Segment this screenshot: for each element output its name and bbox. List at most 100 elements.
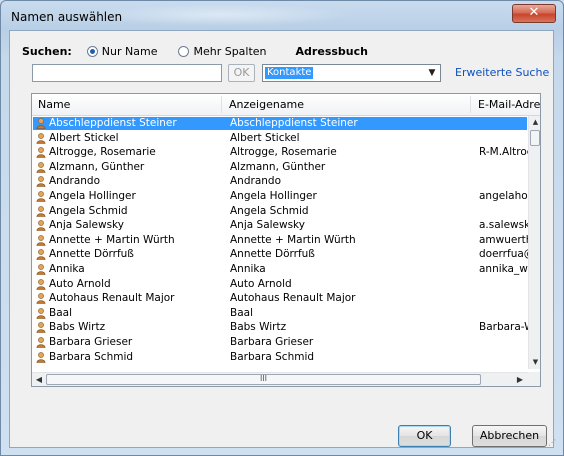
person-icon bbox=[36, 293, 46, 304]
list-item[interactable]: Abschleppdienst Steiner Abschleppdienst S… bbox=[33, 117, 527, 130]
person-icon bbox=[36, 176, 46, 188]
cell-email: amwuerth@ bbox=[479, 233, 528, 246]
search-label: Suchen: bbox=[22, 45, 72, 58]
cancel-button[interactable]: Abbrechen bbox=[472, 425, 547, 447]
radio-more-columns-label: Mehr Spalten bbox=[193, 45, 267, 58]
cell-display-name: Babs Wirtz bbox=[230, 321, 287, 334]
person-icon bbox=[36, 249, 46, 261]
cell-display-name: Annika bbox=[230, 263, 266, 275]
title-bar[interactable]: Namen auswählen ✕ bbox=[1, 1, 563, 31]
list-item[interactable]: Anja Salewsky Anja Salewsky a.salewsky( bbox=[33, 219, 528, 232]
person-icon bbox=[36, 322, 46, 334]
cell-name: Auto Arnold bbox=[49, 277, 111, 290]
cell-name: Alzmann, Günther bbox=[49, 160, 145, 173]
cell-display-name: Andrando bbox=[230, 175, 281, 188]
cell-name: Abschleppdienst Steiner bbox=[49, 117, 177, 129]
radio-name-only[interactable]: Nur Name bbox=[86, 45, 157, 58]
chevron-down-icon[interactable]: ▼ bbox=[426, 68, 438, 78]
addressbook-dropdown[interactable]: Kontakte ▼ bbox=[262, 64, 441, 82]
cell-name: Barbara Grieser bbox=[49, 336, 133, 348]
cell-email: Barbara-Wi bbox=[479, 321, 528, 334]
cell-name: Annika bbox=[49, 263, 85, 275]
list-item[interactable]: Angela Hollinger Angela Hollinger angelaho… bbox=[33, 190, 528, 203]
person-icon bbox=[36, 147, 46, 158]
cell-name: Anja Salewsky bbox=[49, 219, 124, 232]
list-item[interactable]: Barbara Schmid Barbara Schmid bbox=[33, 351, 527, 364]
scroll-down-icon[interactable]: ▼ bbox=[529, 357, 540, 368]
search-go-button[interactable]: OK bbox=[228, 64, 255, 82]
column-header-name[interactable]: Name bbox=[38, 98, 70, 111]
list-item[interactable]: Barbara Grieser Barbara Grieser bbox=[33, 336, 527, 349]
vertical-scroll-thumb[interactable] bbox=[530, 130, 540, 146]
list-item[interactable]: Altrogge, Rosemarie Altrogge, Rosemarie R-… bbox=[33, 146, 528, 159]
person-icon bbox=[36, 337, 46, 348]
cell-email: doerrfua@t bbox=[479, 248, 528, 261]
search-row: Suchen: Nur Name Mehr Spalten Adressbuch bbox=[22, 45, 368, 61]
cell-display-name: Abschleppdienst Steiner bbox=[230, 117, 358, 129]
cell-display-name: Auto Arnold bbox=[230, 277, 292, 290]
resize-grip-icon[interactable]: ⋰ bbox=[548, 439, 558, 450]
cell-name: Babs Wirtz bbox=[49, 321, 106, 334]
person-icon bbox=[36, 161, 46, 173]
contact-list[interactable]: Name Anzeigename E-Mail-Adresse Abschlep… bbox=[31, 93, 541, 387]
cell-display-name: Barbara Schmid bbox=[230, 350, 315, 363]
cell-name: Barbara Schmid bbox=[49, 350, 134, 363]
cell-display-name: Annette Dörrfuß bbox=[230, 248, 315, 261]
cell-email: a.salewsky( bbox=[479, 219, 528, 232]
list-item[interactable]: Alzmann, Günther Alzmann, Günther bbox=[33, 161, 527, 174]
scroll-left-icon[interactable]: ◀ bbox=[33, 373, 45, 386]
column-header-email[interactable]: E-Mail-Adresse bbox=[478, 98, 540, 111]
cell-display-name: Anja Salewsky bbox=[230, 219, 305, 232]
list-item[interactable]: Annette Dörrfuß Annette Dörrfuß doerrfua@t bbox=[33, 248, 528, 261]
scroll-right-icon[interactable]: ▶ bbox=[514, 373, 526, 386]
radio-selected-icon bbox=[86, 46, 98, 57]
cell-name: Andrando bbox=[49, 175, 100, 188]
person-icon bbox=[36, 220, 46, 231]
cell-display-name: Albert Stickel bbox=[230, 131, 300, 144]
cell-display-name: Angela Hollinger bbox=[230, 190, 317, 202]
horizontal-scrollbar[interactable]: ◀ III ▶ bbox=[32, 372, 528, 386]
advanced-search-link[interactable]: Erweiterte Suche bbox=[455, 66, 549, 79]
list-item[interactable]: Andrando Andrando bbox=[33, 175, 527, 188]
radio-unselected-icon bbox=[178, 46, 190, 57]
person-icon bbox=[36, 264, 46, 275]
addressbook-value: Kontakte bbox=[265, 67, 314, 79]
cell-display-name: Baal bbox=[230, 306, 253, 319]
list-item[interactable]: Autohaus Renault Major Autohaus Renault M… bbox=[33, 292, 527, 305]
scroll-corner bbox=[528, 372, 540, 386]
cell-display-name: Angela Schmid bbox=[230, 204, 309, 217]
list-item[interactable]: Babs Wirtz Babs Wirtz Barbara-Wi bbox=[33, 321, 528, 334]
person-icon bbox=[36, 118, 46, 129]
cell-display-name: Alzmann, Günther bbox=[230, 160, 326, 173]
cell-email: annika_waç bbox=[479, 263, 528, 275]
column-header-display-name[interactable]: Anzeigename bbox=[229, 98, 304, 111]
search-input[interactable] bbox=[32, 64, 222, 82]
close-button[interactable]: ✕ bbox=[512, 4, 556, 23]
list-item[interactable]: Angela Schmid Angela Schmid bbox=[33, 205, 527, 218]
ok-button[interactable]: OK bbox=[398, 425, 451, 447]
cell-name: Baal bbox=[49, 306, 72, 319]
person-icon bbox=[36, 191, 46, 202]
column-divider[interactable] bbox=[221, 96, 222, 113]
cell-name: Autohaus Renault Major bbox=[49, 292, 175, 305]
column-divider[interactable] bbox=[470, 96, 471, 113]
radio-more-columns[interactable]: Mehr Spalten bbox=[178, 45, 267, 58]
close-icon: ✕ bbox=[528, 5, 540, 20]
cell-display-name: Altrogge, Rosemarie bbox=[230, 146, 337, 159]
scroll-up-icon[interactable]: ▲ bbox=[529, 117, 540, 128]
person-icon bbox=[36, 351, 46, 363]
list-item[interactable]: Annette + Martin Würth Annette + Martin W… bbox=[33, 233, 528, 247]
cell-display-name: Annette + Martin Würth bbox=[230, 233, 356, 246]
horizontal-scroll-thumb[interactable]: III bbox=[46, 374, 481, 385]
vertical-scrollbar[interactable]: ▲ ▼ bbox=[528, 116, 540, 369]
list-header: Name Anzeigename E-Mail-Adresse bbox=[32, 94, 540, 116]
person-icon bbox=[36, 132, 46, 144]
cell-email: angelahollin bbox=[479, 190, 528, 202]
list-item[interactable]: Baal Baal bbox=[33, 307, 527, 320]
person-icon bbox=[36, 278, 46, 290]
list-item[interactable]: Albert Stickel Albert Stickel bbox=[33, 132, 527, 145]
cell-name: Annette Dörrfuß bbox=[49, 248, 134, 261]
list-item[interactable]: Annika Annika annika_waç bbox=[33, 263, 528, 276]
cell-name: Annette + Martin Würth bbox=[49, 233, 175, 246]
list-item[interactable]: Auto Arnold Auto Arnold bbox=[33, 278, 527, 291]
